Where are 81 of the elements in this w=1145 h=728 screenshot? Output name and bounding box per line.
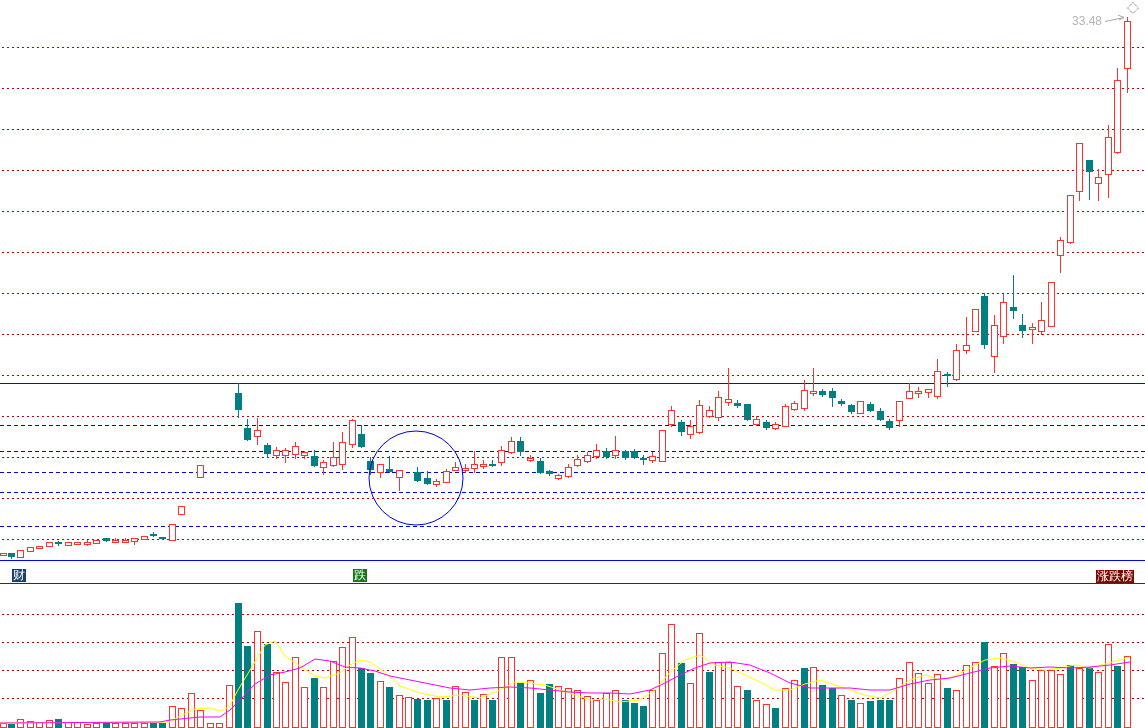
falling-volume-bar <box>537 693 544 728</box>
falling-candle <box>734 399 741 409</box>
falling-candle <box>55 540 62 547</box>
falling-volume-bar <box>819 685 826 728</box>
falling-volume-bar <box>801 668 808 728</box>
falling-volume-bar <box>517 683 524 728</box>
falling-volume-bar <box>829 688 836 728</box>
falling-candle <box>981 292 988 350</box>
falling-volume-bar <box>424 700 431 728</box>
falling-candle <box>311 449 318 468</box>
falling-candle <box>264 442 271 459</box>
falling-candle <box>838 398 845 407</box>
falling-candle <box>877 407 884 422</box>
falling-volume-bar <box>443 700 450 728</box>
falling-candle <box>517 436 524 457</box>
falling-candle <box>1010 274 1017 320</box>
falling-candle <box>622 449 629 461</box>
falling-candle <box>944 371 951 388</box>
diamond-icon[interactable] <box>1127 2 1139 14</box>
event-marker[interactable]: 跌 <box>353 569 367 582</box>
falling-candle <box>848 403 855 415</box>
max-price-label: 33.48 <box>1072 14 1103 28</box>
falling-volume-bar <box>848 700 855 728</box>
falling-candle <box>819 388 826 398</box>
falling-candle <box>640 454 647 466</box>
falling-candle <box>603 447 610 460</box>
falling-candle <box>631 448 638 460</box>
falling-candle <box>1086 159 1093 201</box>
falling-volume-bar <box>489 700 496 728</box>
falling-volume-bar <box>1019 667 1026 728</box>
leader-arrow <box>1104 14 1125 22</box>
falling-volume-bar <box>311 678 318 728</box>
falling-volume-bar <box>1114 666 1121 728</box>
falling-candle <box>244 418 251 442</box>
falling-volume-bar <box>886 700 893 728</box>
falling-candle <box>886 418 893 431</box>
falling-volume-bar <box>622 700 629 728</box>
falling-volume-bar <box>944 688 951 728</box>
falling-volume-bar <box>367 673 374 728</box>
falling-volume-bar <box>103 723 110 728</box>
falling-volume-bar <box>744 690 751 728</box>
falling-volume-bar <box>631 703 638 728</box>
falling-volume-bar <box>678 663 685 728</box>
falling-candle <box>678 419 685 437</box>
falling-volume-bar <box>414 699 421 728</box>
falling-volume-bar <box>55 719 62 728</box>
falling-volume-bar <box>772 708 779 728</box>
falling-candle <box>424 470 431 486</box>
falling-volume-bar <box>1067 665 1074 728</box>
falling-volume-bar <box>867 701 874 728</box>
falling-candle <box>8 552 15 560</box>
falling-volume-bar <box>1086 667 1093 728</box>
falling-candle <box>489 459 496 468</box>
falling-candle <box>235 382 242 419</box>
falling-candle <box>546 469 553 477</box>
falling-candle <box>150 531 157 538</box>
falling-volume-bar <box>877 700 884 728</box>
falling-volume-bar <box>640 706 647 728</box>
falling-candle <box>867 401 874 413</box>
falling-candle <box>367 456 374 476</box>
falling-candle <box>358 424 365 449</box>
falling-volume-bar <box>150 723 157 728</box>
falling-candle <box>1019 313 1026 339</box>
event-marker[interactable]: 涨跌榜 <box>1096 570 1134 583</box>
falling-volume-bar <box>546 684 553 728</box>
falling-candle <box>386 455 393 474</box>
falling-candle <box>103 537 110 543</box>
falling-volume-bar <box>358 668 365 728</box>
falling-candle <box>414 466 421 483</box>
falling-candle <box>744 403 751 422</box>
falling-candle <box>537 457 544 475</box>
falling-volume-bar <box>159 723 166 728</box>
falling-volume-bar <box>471 700 478 728</box>
falling-volume-bar <box>706 672 713 728</box>
falling-candle <box>763 419 770 431</box>
falling-candle <box>829 387 836 408</box>
falling-volume-bar <box>1010 664 1017 728</box>
falling-candle <box>159 536 166 541</box>
falling-volume-bar <box>386 687 393 728</box>
falling-volume-bar <box>8 724 15 728</box>
event-marker[interactable]: 财 <box>12 569 26 582</box>
